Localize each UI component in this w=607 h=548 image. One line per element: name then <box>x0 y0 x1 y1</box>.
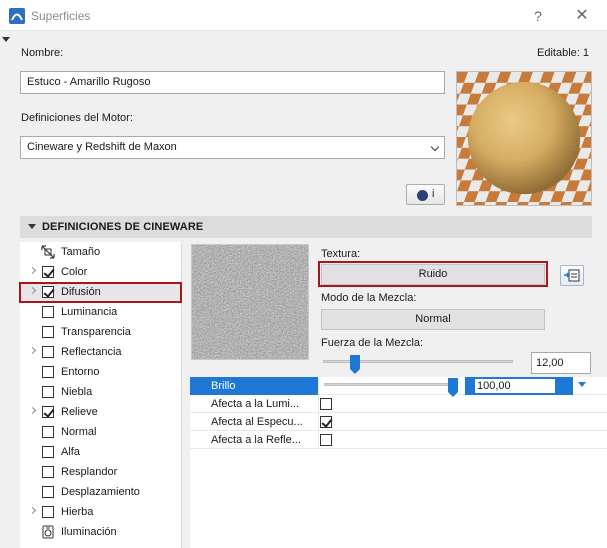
channel-item-glow[interactable]: Resplandor <box>20 462 182 482</box>
blend-strength-slider[interactable] <box>350 355 360 374</box>
expand-icon[interactable] <box>28 506 37 515</box>
material-preview <box>456 71 592 206</box>
channel-label: Normal <box>61 426 97 438</box>
channel-item-normal[interactable]: Normal <box>20 422 182 442</box>
channel-label: Niebla <box>61 386 93 398</box>
channel-label: Color <box>61 266 88 278</box>
brightness-label-cell: Brillo <box>190 377 318 395</box>
engine-label: Definiciones del Motor: <box>21 112 133 124</box>
checkbox[interactable] <box>42 346 54 358</box>
checkbox[interactable] <box>42 306 54 318</box>
channel-item-illumination[interactable]: Iluminación <box>20 522 182 542</box>
section-title: DEFINICIONES DE CINEWARE <box>42 221 204 233</box>
checkbox[interactable] <box>320 434 332 446</box>
checkbox[interactable] <box>42 506 54 518</box>
texture-label: Textura: <box>321 248 361 260</box>
editable-count: Editable: 1 <box>537 47 589 59</box>
checkbox[interactable] <box>42 266 54 278</box>
texture-picker-icon <box>564 269 580 282</box>
property-label: Afecta a la Refle... <box>211 434 301 446</box>
window-title: Superficies <box>31 9 91 23</box>
checkbox[interactable] <box>42 366 54 378</box>
property-row-brightness[interactable]: Brillo 100,00 <box>190 377 607 397</box>
cineware-info-button[interactable]: i <box>406 184 445 205</box>
channel-item-displacement[interactable]: Desplazamiento <box>20 482 182 502</box>
channel-item-alpha[interactable]: Alfa <box>20 442 182 462</box>
title-bar: Superficies ? ✕ <box>0 0 607 31</box>
name-label: Nombre: <box>21 47 64 59</box>
channel-item-reflectance[interactable]: Reflectancia <box>20 342 182 362</box>
channel-item-fog[interactable]: Niebla <box>20 382 182 402</box>
checkbox[interactable] <box>42 406 54 418</box>
channel-item-bump[interactable]: Relieve <box>20 402 182 422</box>
expand-icon[interactable] <box>28 346 37 355</box>
channel-label: Entorno <box>61 366 100 378</box>
collapse-arrow-icon <box>28 224 36 229</box>
illumination-icon <box>42 525 54 539</box>
info-label: i <box>432 188 435 200</box>
channel-item-environment[interactable]: Entorno <box>20 362 182 382</box>
texture-highlight <box>318 261 548 287</box>
close-button[interactable]: ✕ <box>572 6 592 26</box>
channel-item-transparency[interactable]: Transparencia <box>20 322 182 342</box>
channel-label: Desplazamiento <box>61 486 140 498</box>
channel-label: Iluminación <box>61 526 117 538</box>
property-label: Afecta al Especu... <box>211 416 303 428</box>
selection-highlight <box>19 282 182 303</box>
properties-table: Brillo 100,00 Afecta a la Lumi... Afecta… <box>190 377 607 548</box>
blend-strength-label: Fuerza de la Mezcla: <box>321 337 424 349</box>
channel-label: Relieve <box>61 406 98 418</box>
engine-select-value: Cineware y Redshift de Maxon <box>27 141 177 153</box>
column-divider <box>318 377 319 449</box>
brightness-slider[interactable] <box>448 378 458 397</box>
channel-label: Alfa <box>61 446 80 458</box>
brightness-input[interactable]: 100,00 <box>475 379 555 393</box>
channel-item-size[interactable]: Tamaño <box>20 242 182 262</box>
channel-label: Transparencia <box>61 326 131 338</box>
checkbox[interactable] <box>42 386 54 398</box>
checkbox[interactable] <box>320 398 332 410</box>
checkbox[interactable] <box>42 466 54 478</box>
channel-label: Reflectancia <box>61 346 122 358</box>
property-label: Brillo <box>211 380 236 392</box>
engine-select[interactable]: Cineware y Redshift de Maxon <box>20 136 445 159</box>
property-row-affects-reflection[interactable]: Afecta a la Refle... <box>190 431 607 449</box>
channel-label: Tamaño <box>61 246 101 258</box>
cineware-section-header[interactable]: DEFINICIONES DE CINEWARE <box>20 216 592 238</box>
texture-thumbnail <box>191 244 309 360</box>
help-button[interactable]: ? <box>528 6 548 26</box>
cineware-icon <box>417 190 428 201</box>
panel-collapse-icon[interactable] <box>2 37 10 42</box>
channel-item-luminance[interactable]: Luminancia <box>20 302 182 322</box>
blend-mode-select[interactable]: Normal <box>321 309 545 330</box>
checkbox[interactable] <box>42 446 54 458</box>
property-row-affects-luminance[interactable]: Afecta a la Lumi... <box>190 395 607 413</box>
property-label: Afecta a la Lumi... <box>211 398 300 410</box>
checkbox[interactable] <box>42 326 54 338</box>
chevron-down-icon <box>430 142 440 152</box>
blend-mode-label: Modo de la Mezcla: <box>321 292 417 304</box>
blend-strength-input[interactable]: 12,00 <box>531 352 591 374</box>
channel-label: Hierba <box>61 506 94 518</box>
channel-item-grass[interactable]: Hierba <box>20 502 182 522</box>
brightness-track[interactable] <box>324 383 454 386</box>
name-field[interactable]: Estuco - Amarillo Rugoso <box>20 71 445 94</box>
texture-picker-button[interactable] <box>560 265 584 286</box>
channel-label: Luminancia <box>61 306 118 318</box>
channel-item-color[interactable]: Color <box>20 262 182 282</box>
brightness-value-cell[interactable]: 100,00 <box>465 377 573 395</box>
expand-icon[interactable] <box>28 266 37 275</box>
checkbox[interactable] <box>320 416 332 428</box>
checkbox[interactable] <box>42 426 54 438</box>
chevron-down-icon[interactable] <box>578 382 586 387</box>
channel-label: Resplandor <box>61 466 118 478</box>
expand-icon[interactable] <box>28 406 37 415</box>
checkbox[interactable] <box>42 486 54 498</box>
size-icon <box>41 245 55 259</box>
archicad-app-icon <box>9 8 25 24</box>
property-row-affects-specular[interactable]: Afecta al Especu... <box>190 413 607 431</box>
